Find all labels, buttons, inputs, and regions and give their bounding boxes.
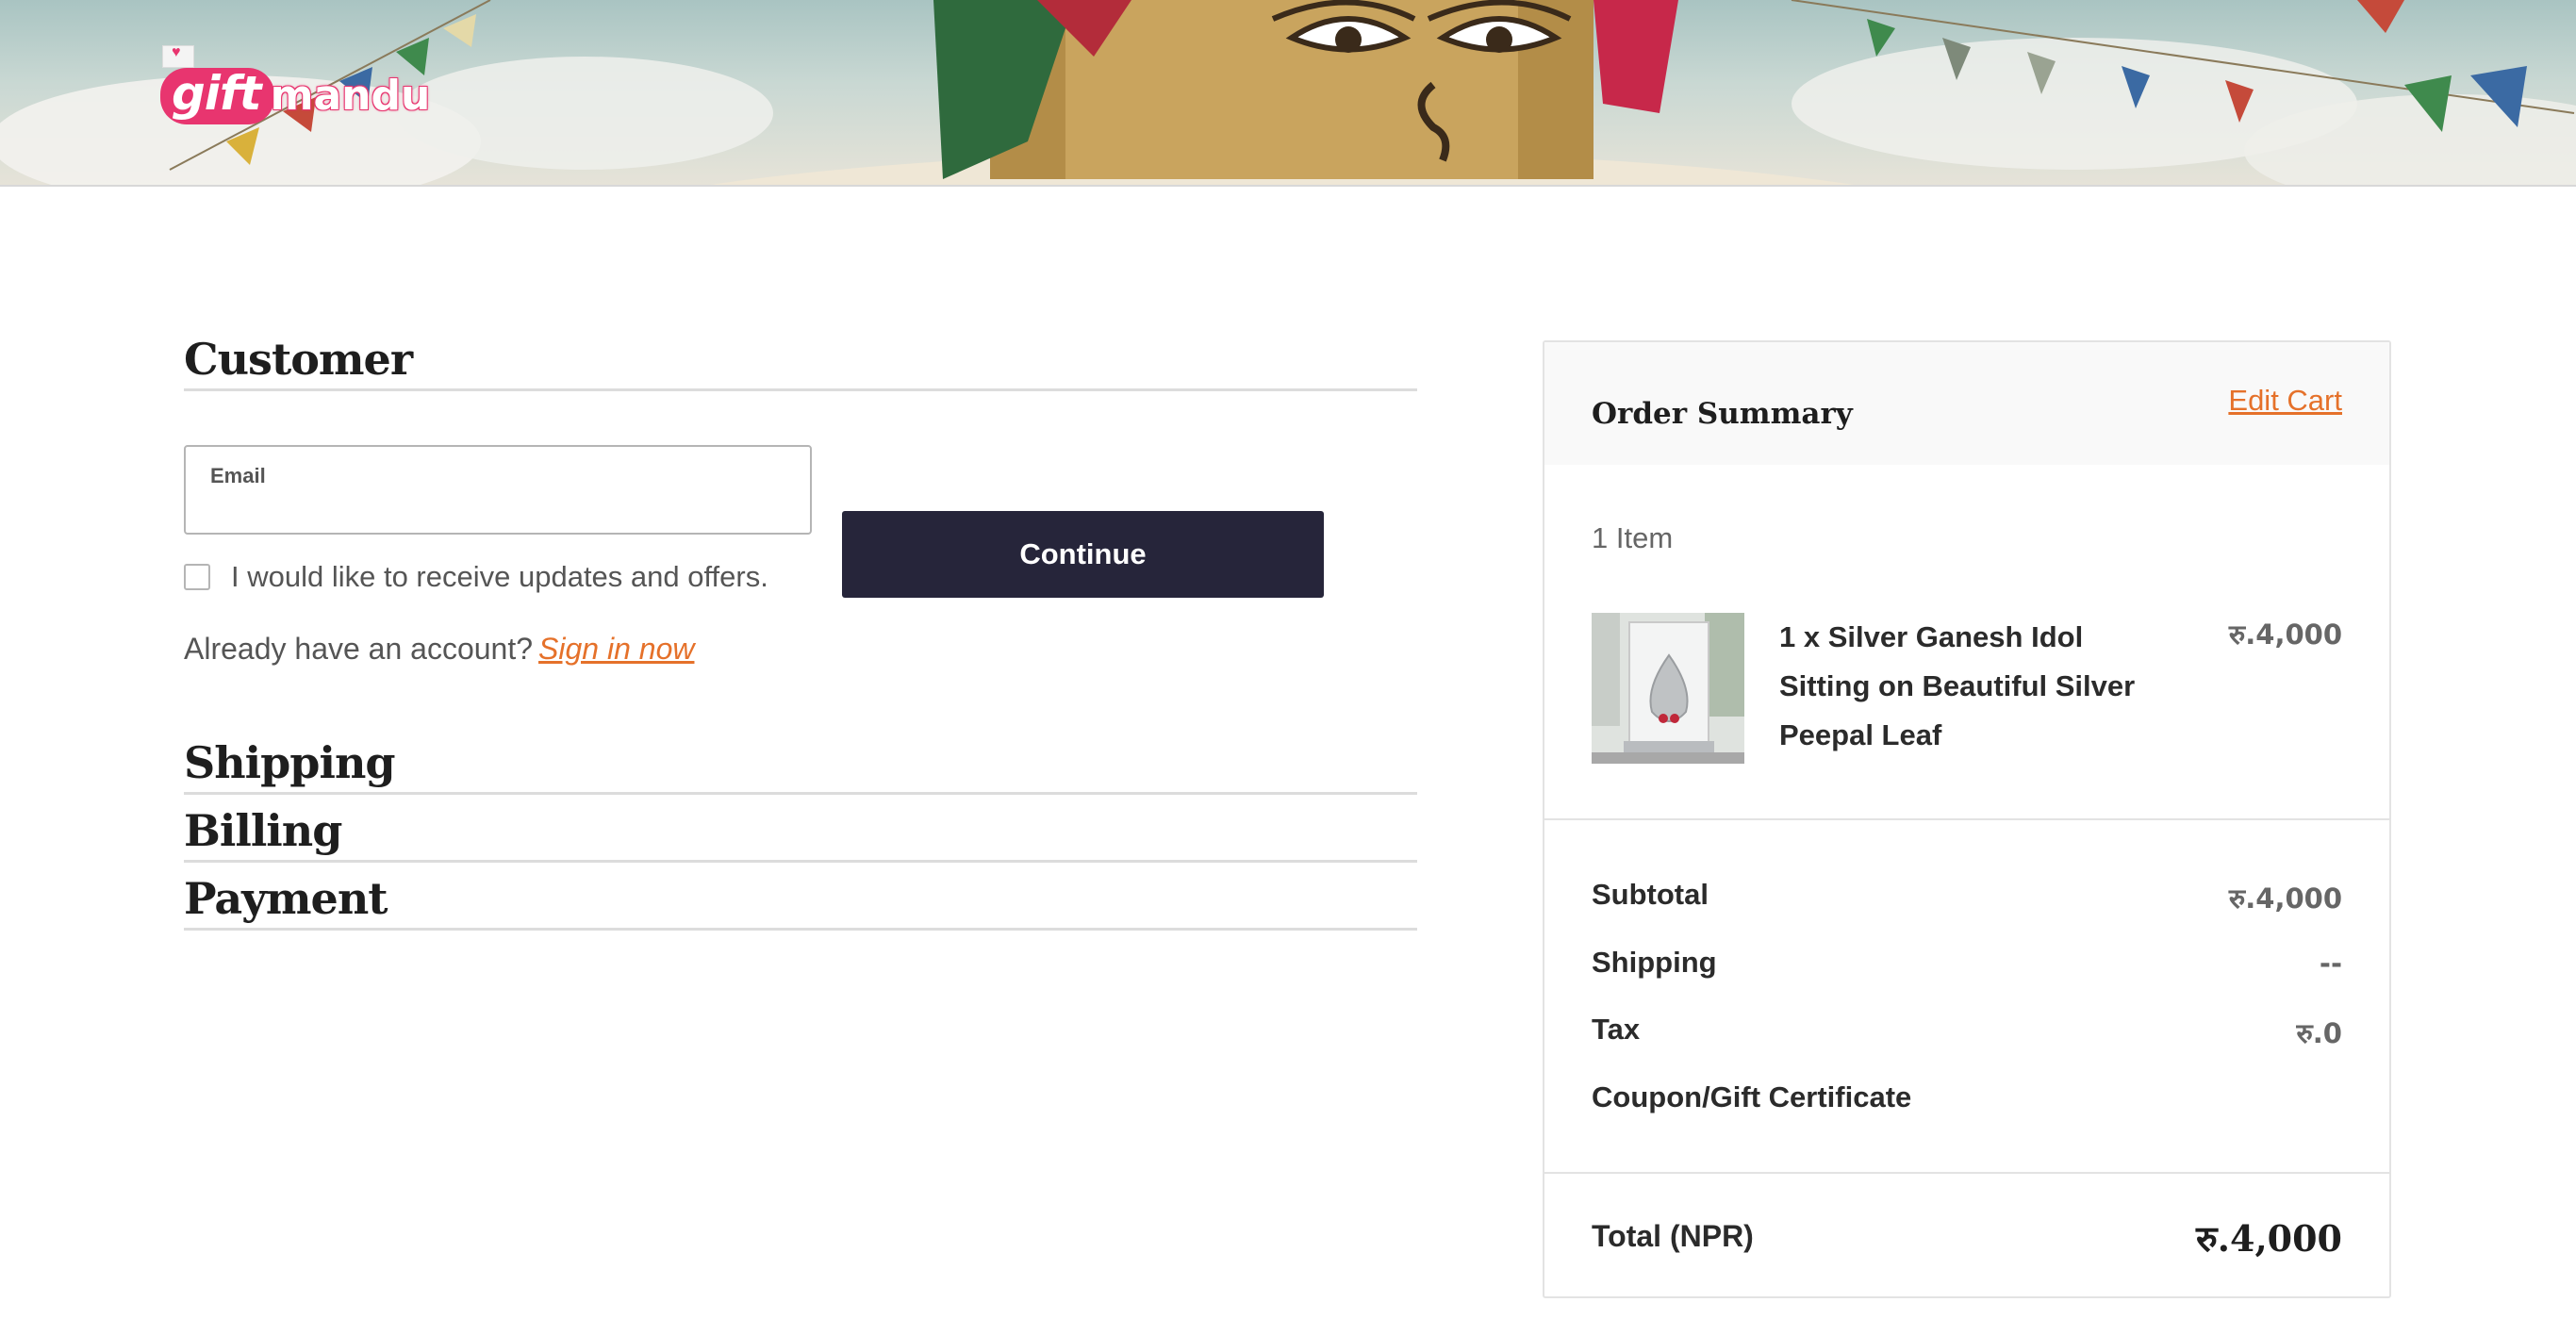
item-count: 1 Item bbox=[1592, 521, 1674, 554]
billing-section-title: Billing bbox=[184, 809, 1417, 863]
email-input[interactable] bbox=[208, 490, 784, 524]
subtotal-value: रु.4,000 bbox=[2228, 882, 2342, 915]
tax-label: Tax bbox=[1592, 1013, 1641, 1046]
shipping-cost-value: -- bbox=[2319, 948, 2342, 980]
tax-value: रु.0 bbox=[2296, 1017, 2342, 1049]
logo-gift-text: gift bbox=[160, 68, 274, 124]
email-label: Email bbox=[210, 464, 266, 487]
edit-cart-link[interactable]: Edit Cart bbox=[2228, 384, 2342, 418]
newsletter-checkbox-label[interactable]: I would like to receive updates and offe… bbox=[231, 560, 768, 594]
subtotal-label: Subtotal bbox=[1592, 878, 1709, 911]
coupon-gift-certificate-toggle[interactable]: Coupon/Gift Certificate bbox=[1592, 1080, 1911, 1114]
logo-flag-icon bbox=[162, 44, 194, 68]
order-summary-title: Order Summary bbox=[1592, 397, 1853, 431]
email-field[interactable]: Email bbox=[184, 445, 812, 535]
newsletter-checkbox[interactable] bbox=[184, 564, 210, 590]
header-banner: gift mandu bbox=[0, 0, 2576, 187]
shipping-section-title: Shipping bbox=[184, 741, 1417, 795]
summary-divider bbox=[1544, 818, 2389, 820]
logo-mandu-text: mandu bbox=[270, 72, 431, 120]
customer-section-title: Customer bbox=[184, 338, 1417, 391]
continue-button[interactable]: Continue bbox=[842, 511, 1324, 598]
product-name: 1 x Silver Ganesh Idol Sitting on Beauti… bbox=[1779, 620, 2136, 751]
product-thumbnail bbox=[1592, 613, 1744, 764]
order-summary-header: Order Summary Edit Cart bbox=[1544, 342, 2389, 465]
ganesh-idol-image bbox=[1592, 613, 1744, 764]
total-label: Total (NPR) bbox=[1592, 1219, 1754, 1253]
total-value: रु.4,000 bbox=[2196, 1217, 2342, 1260]
newsletter-optin[interactable]: I would like to receive updates and offe… bbox=[184, 560, 768, 594]
shipping-cost-label: Shipping bbox=[1592, 946, 1717, 979]
payment-section-title: Payment bbox=[184, 877, 1417, 931]
order-summary-panel: Order Summary Edit Cart 1 Item 1 x Silve… bbox=[1543, 340, 2391, 1298]
giftmandu-logo[interactable]: gift mandu bbox=[160, 44, 431, 124]
account-prompt-text: Already have an account? bbox=[184, 632, 534, 666]
product-price: रु.4,000 bbox=[2228, 618, 2342, 651]
sign-in-link[interactable]: Sign in now bbox=[538, 632, 694, 666]
summary-divider bbox=[1544, 1172, 2389, 1174]
existing-account-prompt: Already have an account? Sign in now bbox=[184, 632, 694, 667]
